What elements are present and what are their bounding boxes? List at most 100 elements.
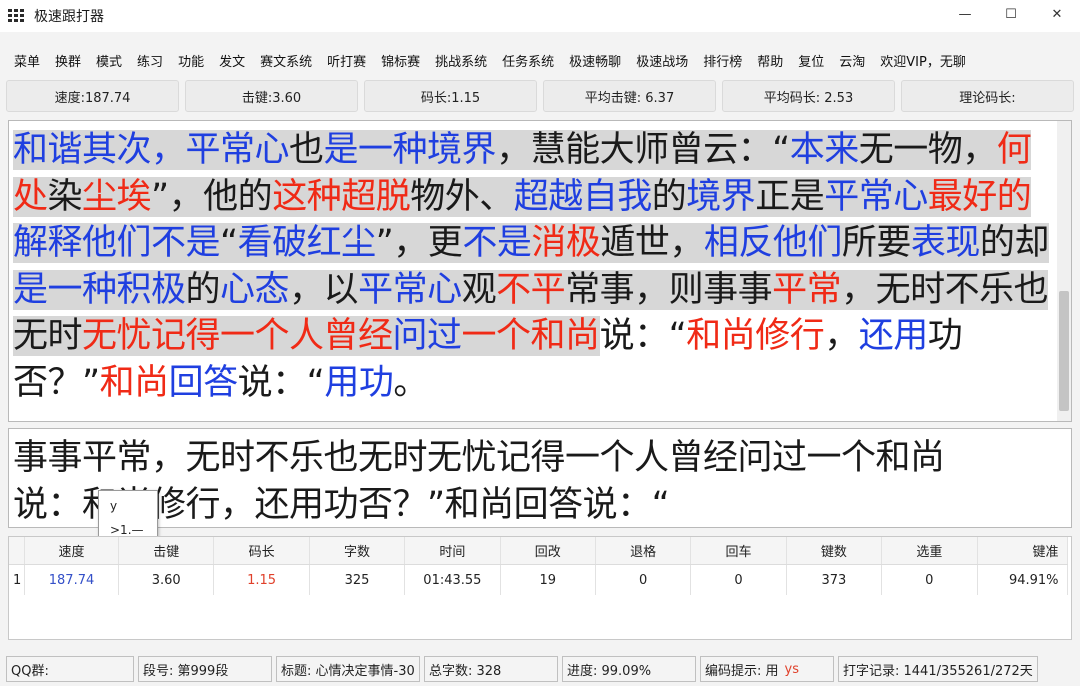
- article-segment: 正是: [755, 176, 825, 217]
- app-grid-icon: [8, 9, 24, 23]
- menu-item-race-system[interactable]: 赛文系统: [260, 51, 312, 70]
- typed-text: 事事平常，无时不乐也无时无忧记得一个人曾经问过一个和尚 说：和尚修行，还用功否？…: [13, 435, 1053, 527]
- article-segment: 的: [185, 269, 221, 310]
- menu-item-mode[interactable]: 模式: [96, 51, 122, 70]
- article-segment: 是一种境界: [323, 130, 497, 170]
- code-hint-label: 编码提示: 用: [705, 663, 779, 679]
- article-segment: 不平: [496, 269, 566, 310]
- ime-code: y: [110, 499, 118, 513]
- menu-item-menu[interactable]: 菜单: [14, 51, 40, 70]
- menu-item-ranking[interactable]: 排行榜: [703, 51, 742, 70]
- window-title: 极速跟打器: [34, 9, 104, 25]
- cell-enter: 0: [691, 565, 787, 595]
- close-button[interactable]: ✕: [1034, 0, 1080, 28]
- article-segment: 无一物，: [858, 130, 997, 170]
- article-segment: ”，更: [375, 223, 463, 263]
- article-segment: 相反他们: [703, 223, 842, 263]
- article-segment: 。: [393, 362, 428, 403]
- menu-item-challenge[interactable]: 挑战系统: [435, 51, 487, 70]
- article-segment: 的却: [979, 223, 1049, 263]
- header-code-length[interactable]: 码长: [214, 537, 310, 564]
- maximize-button[interactable]: ☐: [988, 0, 1034, 28]
- scroll-thumb[interactable]: [1059, 291, 1069, 411]
- article-segment: 和尚: [99, 362, 170, 403]
- menu-item-function[interactable]: 功能: [178, 51, 204, 70]
- menu-item-task[interactable]: 任务系统: [502, 51, 554, 70]
- article-segment: 这种超脱: [272, 176, 411, 217]
- cell-keystroke: 3.60: [119, 565, 215, 595]
- table-row[interactable]: 1 187.74 3.60 1.15 325 01:43.55 19 0 0 3…: [9, 565, 1068, 595]
- status-segment: 段号: 第999段: [138, 656, 272, 682]
- article-segment: 和尚修行: [686, 316, 825, 356]
- article-segment: 物外、: [410, 176, 514, 217]
- menu-item-vip-welcome[interactable]: 欢迎VIP，无聊: [880, 51, 966, 70]
- article-segment: 尘埃: [82, 176, 152, 217]
- article-panel: 和谐其次，平常心也是一种境界，慧能大师曾云：“本来无一物，何处染尘埃”，他的这种…: [8, 120, 1072, 422]
- menu-item-listen-race[interactable]: 听打赛: [327, 51, 366, 70]
- menu-item-championship[interactable]: 锦标赛: [381, 51, 420, 70]
- article-segment: 不是: [462, 223, 532, 263]
- header-time[interactable]: 时间: [405, 537, 501, 564]
- stats-bar: 速度:187.74 击键:3.60 码长:1.15 平均击键: 6.37 平均码…: [6, 80, 1074, 112]
- status-typing-record: 打字记录: 1441/355261/272天: [838, 656, 1038, 682]
- article-segment: 常事，则事事: [565, 269, 773, 310]
- cell-backspace: 0: [596, 565, 692, 595]
- title-bar: 极速跟打器 — ☐ ✕: [0, 0, 1080, 32]
- article-segment: 无忧记得一个人曾经: [82, 316, 393, 356]
- results-header-row: 速度 击键 码长 字数 时间 回改 退格 回车 键数 选重 键准: [9, 537, 1068, 565]
- article-segment: ，: [824, 316, 859, 356]
- typing-input-area[interactable]: 事事平常，无时不乐也无时无忧记得一个人曾经问过一个和尚 说：和尚修行，还用功否？…: [8, 428, 1072, 528]
- menu-item-send-text[interactable]: 发文: [219, 51, 245, 70]
- menu-bar: 菜单 换群 模式 练习 功能 发文 赛文系统 听打赛 锦标赛 挑战系统 任务系统…: [0, 48, 1080, 72]
- header-keystroke[interactable]: 击键: [119, 537, 215, 564]
- header-chars[interactable]: 字数: [310, 537, 406, 564]
- article-segment: 平常心: [358, 269, 462, 310]
- status-total-chars: 总字数: 328: [424, 656, 558, 682]
- status-code-hint: 编码提示: 用 ys: [700, 656, 834, 682]
- stat-keystroke: 击键:3.60: [185, 80, 358, 112]
- results-table: 速度 击键 码长 字数 时间 回改 退格 回车 键数 选重 键准 1 187.7…: [8, 536, 1072, 640]
- article-scrollbar[interactable]: [1057, 121, 1071, 421]
- stat-avg-keystroke: 平均击键: 6.37: [543, 80, 716, 112]
- article-segment: 用功: [324, 362, 394, 403]
- header-speed[interactable]: 速度: [25, 537, 119, 564]
- article-segment: ”，他的: [151, 176, 273, 217]
- menu-item-practice[interactable]: 练习: [137, 51, 163, 70]
- status-qq-group[interactable]: QQ群:: [6, 656, 134, 682]
- stat-code-length: 码长:1.15: [364, 80, 537, 112]
- article-segment: 是一种积极: [13, 269, 186, 310]
- article-segment: 的: [651, 176, 687, 217]
- cell-keys: 373: [787, 565, 883, 595]
- article-segment: 心态: [220, 269, 290, 310]
- article-segment: “: [220, 223, 238, 263]
- stat-speed: 速度:187.74: [6, 80, 179, 112]
- cell-chars: 325: [310, 565, 406, 595]
- article-segment: 问过: [392, 316, 462, 356]
- article-text: 和谐其次，平常心也是一种境界，慧能大师曾云：“本来无一物，何处染尘埃”，他的这种…: [13, 127, 1059, 406]
- article-segment: 最好的: [927, 176, 1032, 217]
- menu-item-switch-group[interactable]: 换群: [55, 51, 81, 70]
- header-backspace-fix[interactable]: 回改: [501, 537, 596, 564]
- article-segment: 观: [461, 269, 497, 310]
- code-hint-value: ys: [784, 661, 799, 677]
- typed-line-1: 事事平常，无时不乐也无时无忧记得一个人曾经问过一个和尚: [13, 438, 945, 478]
- cell-backspace-fix: 19: [501, 565, 596, 595]
- menu-item-battlefield[interactable]: 极速战场: [636, 51, 688, 70]
- status-progress: 进度: 99.09%: [562, 656, 696, 682]
- minimize-button[interactable]: —: [942, 0, 988, 28]
- header-keys[interactable]: 键数: [787, 537, 883, 564]
- article-segment: ，慧能大师曾云：“: [496, 130, 790, 170]
- menu-item-help[interactable]: 帮助: [757, 51, 783, 70]
- header-backspace[interactable]: 退格: [596, 537, 692, 564]
- stat-theory-code-length: 理论码长:: [901, 80, 1074, 112]
- article-segment: 说：“: [237, 362, 325, 403]
- header-reselect[interactable]: 选重: [882, 537, 978, 564]
- menu-item-chat[interactable]: 极速畅聊: [569, 51, 621, 70]
- menu-item-reset[interactable]: 复位: [798, 51, 824, 70]
- header-enter[interactable]: 回车: [691, 537, 787, 564]
- article-segment: 遁世，: [600, 223, 704, 263]
- menu-item-cloud[interactable]: 云淘: [839, 51, 865, 70]
- cell-code-length: 1.15: [214, 565, 310, 595]
- ime-candidate[interactable]: >1.—: [110, 523, 144, 537]
- header-accuracy[interactable]: 键准: [978, 537, 1068, 564]
